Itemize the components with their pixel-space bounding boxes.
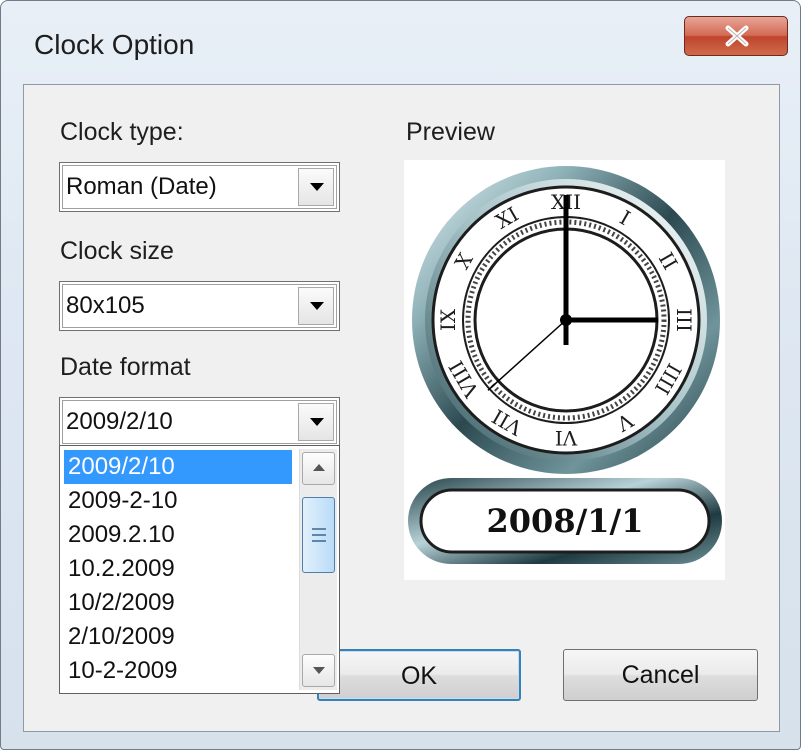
clock-size-value: 80x105	[66, 292, 145, 319]
clock-preview: XIIIIIIIIIIIIVVIVIIVIIIIXXXI 2008/1/1	[404, 160, 725, 580]
preview-label: Preview	[406, 118, 495, 146]
ok-button[interactable]: OK	[317, 649, 521, 701]
scroll-up-button[interactable]	[302, 452, 335, 485]
clock-size-select[interactable]: 80x105	[59, 281, 340, 331]
date-format-dropdown-list: 2009/2/10 2009-2-10 2009.2.10 10.2.2009 …	[59, 445, 340, 694]
window-title: Clock Option	[34, 29, 195, 60]
clock-type-label: Clock type:	[60, 118, 184, 146]
scroll-down-button[interactable]	[302, 654, 335, 687]
hand-pivot	[560, 314, 572, 326]
chevron-down-icon	[310, 302, 324, 310]
numeral-ix: IX	[436, 308, 460, 331]
list-item[interactable]: 10/2/2009	[64, 586, 292, 620]
list-item[interactable]: 2/10/2009	[64, 620, 292, 654]
preview-date-text: 2008/1/1	[487, 502, 644, 540]
close-icon	[725, 25, 749, 47]
chevron-down-icon	[310, 183, 324, 191]
clock-type-select[interactable]: Roman (Date)	[59, 162, 340, 212]
numeral-iii: III	[672, 308, 696, 332]
list-item[interactable]: 2009-2-10	[64, 484, 292, 518]
arrow-down-icon	[313, 667, 325, 674]
list-item[interactable]: 2009.2.10	[64, 518, 292, 552]
date-format-select[interactable]: 2009/2/10	[59, 397, 340, 447]
cancel-button[interactable]: Cancel	[563, 649, 758, 701]
list-scrollbar[interactable]	[299, 449, 337, 690]
close-button[interactable]	[684, 16, 788, 56]
clock-size-dropdown-button[interactable]	[298, 287, 334, 325]
clock-type-dropdown-button[interactable]	[298, 168, 334, 206]
date-format-label: Date format	[60, 353, 191, 381]
list-item[interactable]: 10-2-2009	[64, 654, 292, 688]
list-item[interactable]: 10.2.2009	[64, 552, 292, 586]
numeral-vi: VI	[555, 426, 578, 450]
clock-preview-image: XIIIIIIIIIIIIVVIVIIVIIIIXXXI 2008/1/1	[408, 166, 722, 564]
clock-type-value: Roman (Date)	[66, 173, 217, 200]
date-format-value: 2009/2/10	[66, 408, 173, 435]
date-format-dropdown-button[interactable]	[298, 403, 334, 441]
list-item-selected[interactable]: 2009/2/10	[64, 450, 292, 484]
clock-size-label: Clock size	[60, 237, 174, 265]
chevron-down-icon	[310, 418, 324, 426]
arrow-up-icon	[313, 464, 325, 471]
scroll-thumb[interactable]	[302, 497, 335, 573]
